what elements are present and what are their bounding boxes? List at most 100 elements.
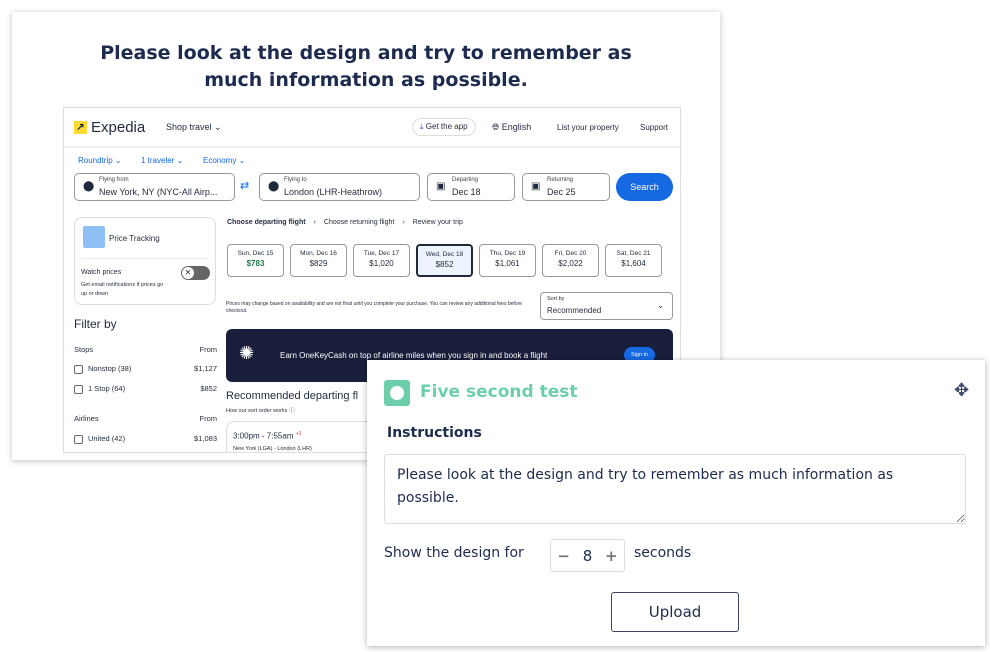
filter-united[interactable]: United (42) $1,083 (74, 434, 217, 444)
returning-field[interactable]: ▣ Returning Dec 25 (522, 173, 610, 201)
date-option[interactable]: Sat, Dec 21 $1,604 (605, 244, 662, 277)
trip-type-select[interactable]: Roundtrip ⌄ (78, 156, 122, 165)
banner-text: Earn OneKeyCash on top of airline miles … (280, 351, 548, 360)
five-second-test-card: Five second test ✥ Instructions Show the… (367, 360, 985, 646)
get-app-label: Get the app (425, 122, 468, 131)
date-price: $829 (309, 259, 328, 268)
from-label: From (199, 345, 218, 354)
booking-steps: Choose departing flight › Choose returning… (227, 219, 463, 226)
field-value: New York, NY (NYC-All Airp... (99, 187, 218, 197)
watch-prices-desc: Get email notifications if prices go up … (81, 282, 164, 297)
date-day: Sun, Dec 15 (237, 250, 274, 257)
date-option[interactable]: Tue, Dec 17 $1,020 (353, 244, 410, 277)
date-price: $1,020 (369, 259, 394, 268)
flying-from-field[interactable]: ⬤ Flying from New York, NY (NYC-All Airp..… (74, 173, 235, 201)
field-value: Dec 18 (452, 187, 481, 197)
stops-header: Stops From (74, 345, 217, 354)
date-option[interactable]: Mon, Dec 16 $829 (290, 244, 347, 277)
shop-travel-menu[interactable]: Shop travel ⌄ (166, 122, 222, 133)
watch-prices-toggle[interactable]: ✕ (181, 266, 210, 280)
field-label: Flying from (99, 177, 129, 183)
instructions-textarea[interactable] (384, 454, 966, 524)
date-price: $1,061 (495, 259, 520, 268)
flying-to-field[interactable]: ⬤ Flying to London (LHR-Heathrow) (259, 173, 420, 201)
get-app-button[interactable]: ⤓ Get the app (412, 118, 476, 136)
upload-button[interactable]: Upload (611, 592, 739, 632)
checkbox[interactable] (74, 384, 83, 394)
option-label: 1 Stop (64) (88, 384, 126, 393)
flight-time-text: 3:00pm - 7:55am (233, 431, 294, 441)
five-second-test-icon (384, 380, 410, 406)
date-option[interactable]: Thu, Dec 19 $1,061 (479, 244, 536, 277)
sort-label: Sort by (547, 296, 565, 302)
move-icon[interactable]: ✥ (954, 380, 969, 401)
checkbox[interactable] (74, 364, 83, 374)
seconds-label: seconds (634, 545, 692, 561)
filter-1-stop[interactable]: 1 Stop (64) $852 (74, 384, 217, 394)
plus-icon[interactable]: + (605, 547, 618, 565)
prompt-line: Please look at the design and try to rem… (100, 42, 632, 64)
date-day: Sat, Dec 21 (616, 250, 651, 257)
departing-field[interactable]: ▣ Departing Dec 18 (427, 173, 515, 201)
date-price: $852 (435, 260, 454, 269)
logo-text: Expedia (91, 119, 146, 136)
next-day-badge: +1 (295, 431, 302, 437)
filter-nonstop[interactable]: Nonstop (38) $1,127 (74, 364, 217, 374)
price-tracking-title: Price Tracking (109, 234, 160, 243)
search-button[interactable]: Search (616, 173, 673, 201)
seconds-stepper[interactable]: − 8 + (550, 539, 625, 572)
language-button[interactable]: 🌐︎ English (492, 122, 531, 133)
location-pin-icon: ⬤ (268, 181, 280, 192)
step: Review your trip (412, 219, 463, 226)
price-disclaimer: Prices may change based on availability … (226, 301, 523, 314)
flight-route: New York (LGA) - London (LHR) (233, 446, 312, 452)
date-day: Mon, Dec 16 (300, 250, 337, 257)
swap-icon[interactable]: ⇄ (240, 179, 249, 192)
price-tracking-card: Price Tracking Watch prices Get email no… (74, 217, 216, 305)
preview-prompt: Please look at the design and try to rem… (12, 40, 720, 94)
option-price: $852 (200, 384, 217, 393)
test-title: Five second test (420, 382, 578, 402)
step-current: Choose departing flight (227, 219, 306, 226)
location-pin-icon: ⬤ (83, 181, 95, 192)
option-price: $1,127 (194, 364, 217, 373)
date-option[interactable]: Sun, Dec 15 $783 (227, 244, 284, 277)
minus-icon[interactable]: − (557, 547, 570, 565)
stops-label: Stops (74, 345, 94, 354)
from-label: From (199, 414, 218, 423)
sort-value: Recommended (547, 306, 602, 315)
option-label: Nonstop (38) (88, 364, 132, 373)
logo-arrow-icon: ↗ (74, 121, 87, 134)
globe-icon: 🌐︎ (492, 122, 500, 132)
list-property-link[interactable]: List your property (557, 123, 619, 132)
prompt-line: much information as possible. (204, 69, 528, 91)
sort-info[interactable]: How our sort order works ⓘ (226, 406, 294, 414)
calendar-icon: ▣ (531, 181, 541, 192)
checkbox[interactable] (74, 434, 83, 444)
recommended-heading: Recommended departing fl (226, 390, 359, 402)
step: Choose returning flight (323, 219, 395, 226)
language-label: English (501, 122, 532, 132)
support-link[interactable]: Support (640, 123, 668, 132)
cabin-select[interactable]: Economy ⌄ (203, 156, 245, 165)
date-price: $783 (246, 259, 265, 268)
seconds-value[interactable]: 8 (583, 547, 593, 565)
date-option[interactable]: Fri, Dec 20 $2,022 (542, 244, 599, 277)
field-label: Departing (452, 177, 479, 183)
date-option[interactable]: Wed, Dec 18 $852 (416, 244, 473, 277)
filter-by-heading: Filter by (74, 317, 117, 331)
airlines-header: Airlines From (74, 414, 217, 423)
show-design-label: Show the design for (384, 545, 524, 561)
field-label: Flying to (284, 177, 307, 183)
date-day: Fri, Dec 20 (554, 250, 587, 257)
date-price: $2,022 (558, 259, 583, 268)
flight-result-card[interactable]: 3:00pm - 7:55am +1 New York (LGA) - Lond… (226, 421, 386, 452)
watch-prices-label: Watch prices (81, 269, 122, 276)
chevron-down-icon: ⌄ (657, 301, 664, 310)
field-label: Returning (547, 177, 574, 183)
sort-info-link[interactable]: How our sort order works (226, 408, 287, 414)
field-value: Dec 25 (547, 187, 576, 197)
field-value: London (LHR-Heathrow) (284, 187, 383, 197)
travelers-select[interactable]: 1 traveler ⌄ (141, 156, 183, 165)
sort-select[interactable]: Sort by Recommended ⌄ (540, 292, 673, 320)
